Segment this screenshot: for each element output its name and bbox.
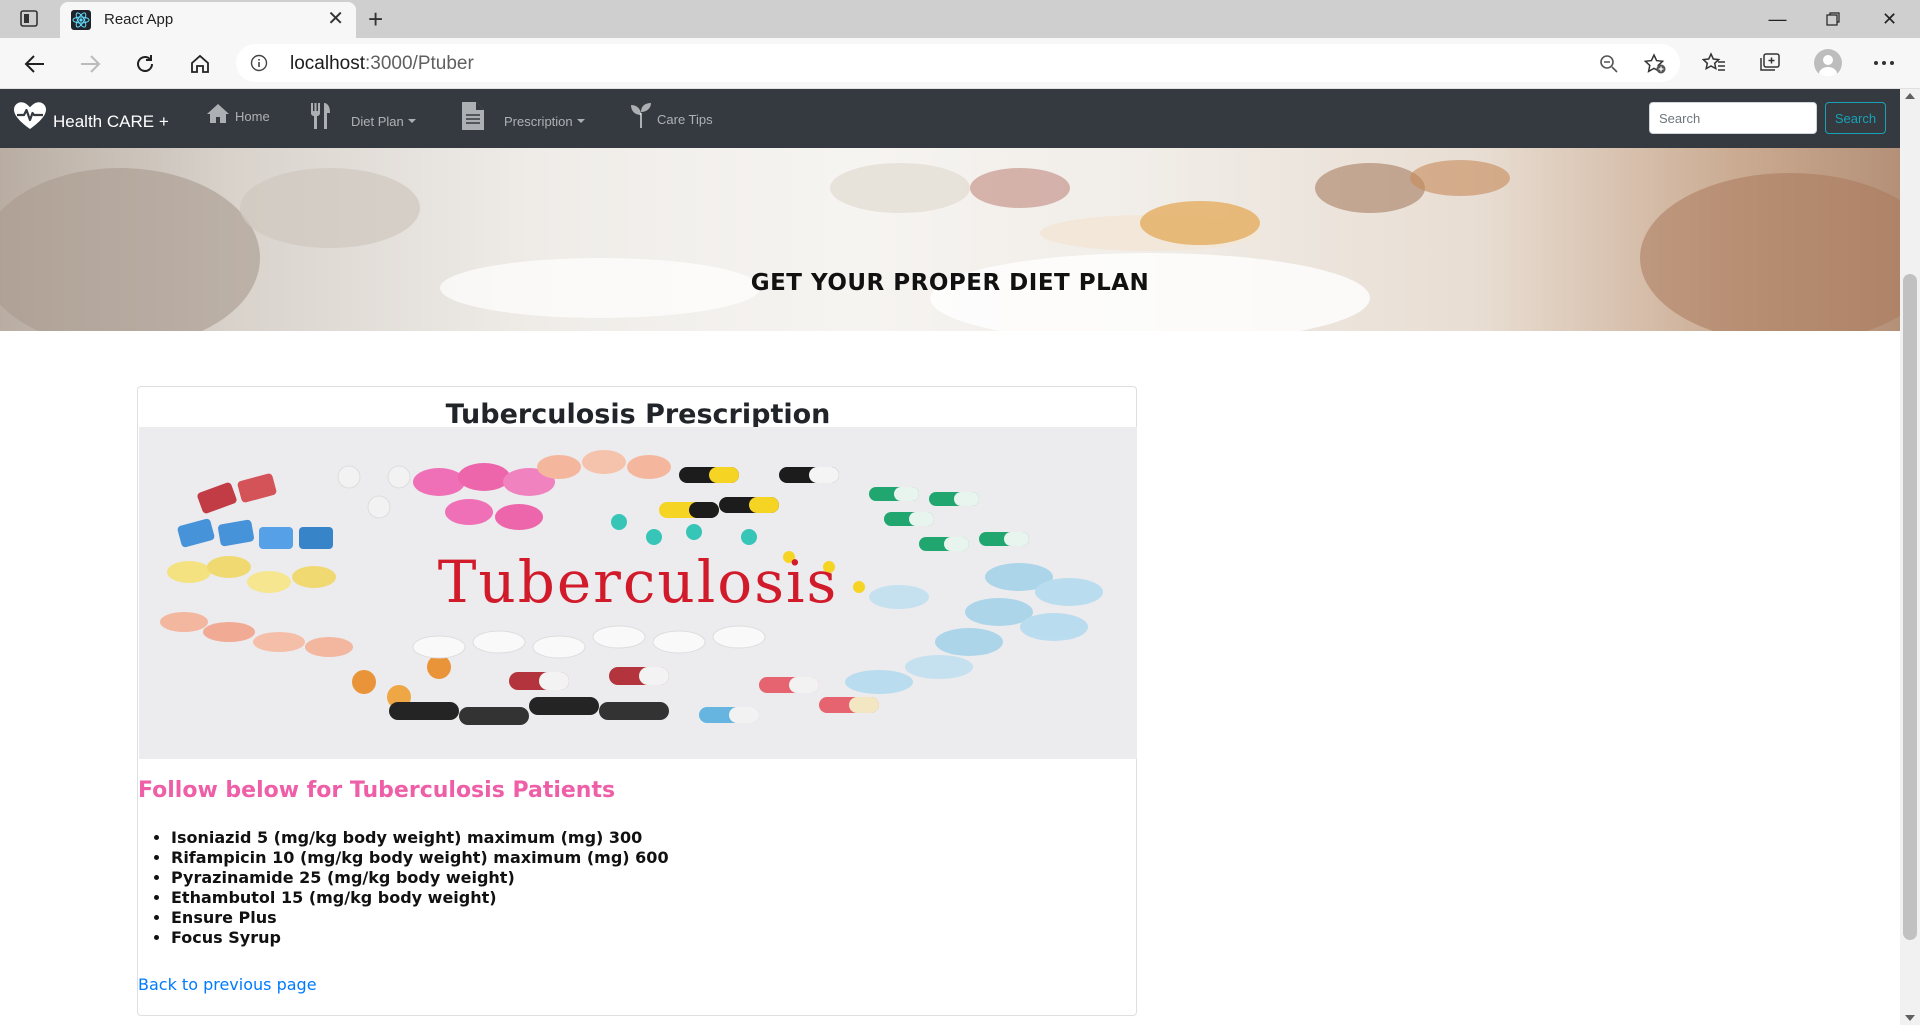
favorites-icon[interactable] — [1701, 50, 1727, 76]
minimize-icon[interactable]: — — [1750, 0, 1805, 38]
list-item: Ensure Plus — [171, 908, 669, 928]
more-options-icon[interactable] — [1871, 50, 1897, 76]
url-path: :3000/Ptuber — [365, 53, 474, 74]
list-item: Rifampicin 10 (mg/kg body weight) maximu… — [171, 848, 669, 868]
nav-diet-plan-label: Diet Plan — [351, 113, 404, 129]
home-browser-icon[interactable] — [186, 50, 214, 78]
page-viewport: Health CARE + Home Diet Plan Prescriptio… — [0, 89, 1900, 1025]
add-favorite-icon[interactable] — [1643, 53, 1666, 75]
url-text: localhost:3000/Ptuber — [290, 53, 474, 75]
nav-care-tips-label: Care Tips — [657, 111, 713, 127]
nav-home-label: Home — [235, 109, 270, 124]
page-scrollbar[interactable] — [1900, 89, 1920, 1025]
chevron-down-icon — [576, 119, 585, 123]
card-title: Tuberculosis Prescription — [445, 399, 831, 430]
hero-background-image — [0, 160, 1900, 331]
close-window-icon[interactable]: ✕ — [1862, 0, 1917, 38]
navbar: Health CARE + Home Diet Plan Prescriptio… — [0, 89, 1900, 148]
search-input[interactable] — [1649, 102, 1817, 134]
profile-avatar-icon[interactable] — [1814, 49, 1842, 77]
brand-label: Health CARE + — [53, 111, 169, 131]
new-tab-icon[interactable]: + — [368, 5, 383, 33]
back-icon[interactable] — [21, 50, 49, 78]
scroll-down-icon[interactable] — [1905, 1015, 1915, 1021]
list-item: Pyrazinamide 25 (mg/kg body weight) — [171, 868, 669, 888]
nav-prescription[interactable]: Prescription — [460, 101, 585, 131]
close-tab-icon[interactable]: ✕ — [327, 8, 344, 30]
hero-banner: GET YOUR PROPER DIET PLAN — [0, 148, 1900, 331]
browser-tab[interactable]: React App ✕ — [60, 2, 356, 38]
tuberculosis-pills-image: Tuberculosis — [139, 427, 1137, 759]
search-button[interactable]: Search — [1825, 102, 1886, 134]
list-item: Focus Syrup — [171, 928, 669, 948]
tab-actions-icon[interactable] — [19, 9, 41, 29]
nav-home[interactable]: Home — [206, 101, 270, 124]
home-icon — [206, 102, 230, 124]
scroll-up-icon[interactable] — [1905, 93, 1915, 99]
hero-title: GET YOUR PROPER DIET PLAN — [750, 270, 1150, 296]
collections-icon[interactable] — [1757, 50, 1783, 76]
site-info-icon[interactable] — [250, 54, 268, 77]
react-logo-icon — [71, 10, 91, 30]
medication-list: Isoniazid 5 (mg/kg body weight) maximum … — [171, 828, 669, 948]
url-bar[interactable]: localhost:3000/Ptuber — [236, 44, 1680, 82]
list-item: Ethambutol 15 (mg/kg body weight) — [171, 888, 669, 908]
follow-heading: Follow below for Tuberculosis Patients — [138, 778, 616, 803]
seedling-icon — [630, 101, 654, 129]
restore-icon[interactable] — [1805, 0, 1860, 38]
utensils-icon — [309, 101, 333, 131]
chevron-down-icon — [407, 119, 416, 123]
scrollbar-thumb[interactable] — [1903, 274, 1917, 940]
tab-title: React App — [104, 11, 174, 28]
list-item: Isoniazid 5 (mg/kg body weight) maximum … — [171, 828, 669, 848]
refresh-icon[interactable] — [131, 50, 159, 78]
tuberculosis-image-text: Tuberculosis — [438, 548, 839, 616]
browser-tab-strip: React App ✕ + — ✕ — [0, 0, 1920, 38]
address-bar-row: localhost:3000/Ptuber — [0, 38, 1920, 89]
nav-care-tips[interactable]: Care Tips — [630, 101, 713, 129]
prescription-card: Tuberculosis Prescription Tuberculosis F… — [137, 386, 1137, 1016]
nav-prescription-label: Prescription — [504, 113, 573, 129]
url-host: localhost — [290, 53, 365, 74]
forward-icon[interactable] — [76, 50, 104, 78]
zoom-out-icon[interactable] — [1598, 53, 1620, 75]
heart-pulse-icon — [13, 101, 47, 136]
document-icon — [460, 101, 486, 131]
back-link[interactable]: Back to previous page — [138, 975, 317, 994]
brand[interactable]: Health CARE + — [13, 101, 169, 136]
nav-diet-plan[interactable]: Diet Plan — [309, 101, 416, 131]
